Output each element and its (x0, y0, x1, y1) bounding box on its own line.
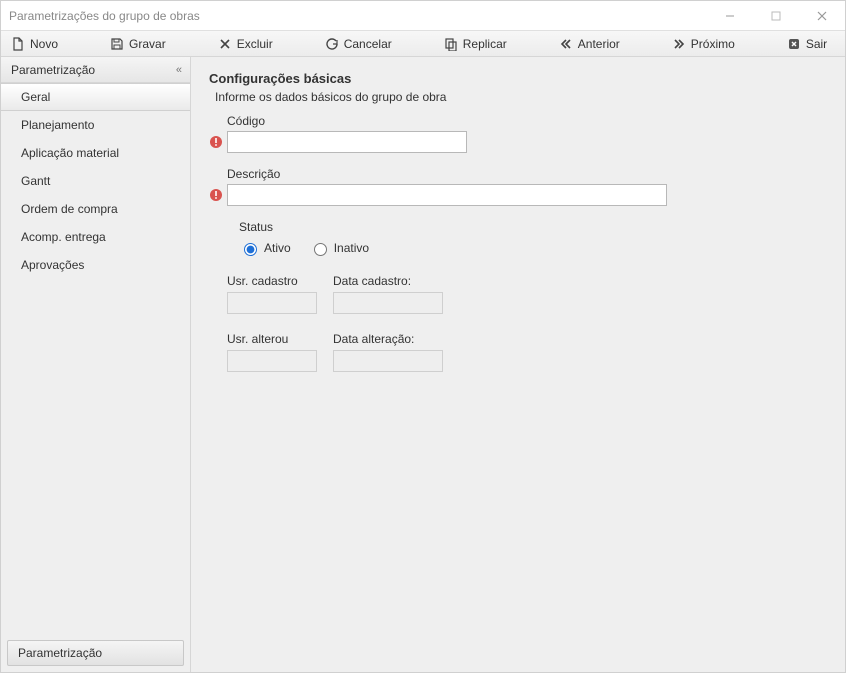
minimize-icon (725, 11, 735, 21)
content-panel: Configurações básicas Informe os dados b… (191, 57, 845, 672)
proximo-label: Próximo (691, 37, 735, 51)
sair-button[interactable]: Sair (787, 37, 827, 51)
close-button[interactable] (799, 1, 845, 31)
excluir-button[interactable]: Excluir (218, 37, 273, 51)
descricao-input[interactable] (227, 184, 667, 206)
sidebar-item-aprovacoes[interactable]: Aprovações (1, 251, 190, 279)
new-file-icon (11, 37, 25, 51)
sair-label: Sair (806, 37, 827, 51)
sidebar-footer-label: Parametrização (18, 646, 102, 660)
form-subheading: Informe os dados básicos do grupo de obr… (209, 90, 827, 104)
previous-icon (559, 37, 573, 51)
sidebar-footer-tab[interactable]: Parametrização (7, 640, 184, 666)
save-icon (110, 37, 124, 51)
collapse-icon[interactable]: « (176, 64, 180, 76)
cancelar-button[interactable]: Cancelar (325, 37, 392, 51)
sidebar-item-label: Gantt (21, 174, 50, 188)
usr-cadastro-value (227, 292, 317, 314)
usr-alterou-label: Usr. alterou (227, 332, 317, 346)
sidebar-item-label: Ordem de compra (21, 202, 118, 216)
sidebar-item-label: Aplicação material (21, 146, 119, 160)
novo-label: Novo (30, 37, 58, 51)
data-cadastro-value (333, 292, 443, 314)
sidebar-item-aplicacao-material[interactable]: Aplicação material (1, 139, 190, 167)
exit-icon (787, 37, 801, 51)
required-icon (209, 135, 223, 149)
form-heading: Configurações básicas (209, 71, 827, 86)
maximize-icon (771, 11, 781, 21)
anterior-label: Anterior (578, 37, 620, 51)
cancel-icon (325, 37, 339, 51)
status-label: Status (239, 220, 827, 234)
sidebar-header-label: Parametrização (11, 63, 95, 77)
sidebar-item-label: Aprovações (21, 258, 84, 272)
gravar-label: Gravar (129, 37, 166, 51)
required-icon (209, 188, 223, 202)
status-inativo-option[interactable]: Inativo (309, 240, 369, 256)
window-title: Parametrizações do grupo de obras (9, 9, 707, 23)
replicar-label: Replicar (463, 37, 507, 51)
descricao-label: Descrição (209, 167, 827, 181)
title-bar: Parametrizações do grupo de obras (1, 1, 845, 31)
sidebar-item-planejamento[interactable]: Planejamento (1, 111, 190, 139)
close-icon (817, 11, 827, 21)
codigo-input[interactable] (227, 131, 467, 153)
sidebar-item-gantt[interactable]: Gantt (1, 167, 190, 195)
minimize-button[interactable] (707, 1, 753, 31)
sidebar-item-ordem-compra[interactable]: Ordem de compra (1, 195, 190, 223)
excluir-label: Excluir (237, 37, 273, 51)
maximize-button[interactable] (753, 1, 799, 31)
sidebar-list: Geral Planejamento Aplicação material Ga… (1, 83, 190, 634)
gravar-button[interactable]: Gravar (110, 37, 166, 51)
sidebar-item-label: Geral (21, 90, 50, 104)
status-ativo-label: Ativo (264, 241, 291, 255)
toolbar: Novo Gravar Excluir Cancelar Replicar An… (1, 31, 845, 57)
data-alteracao-value (333, 350, 443, 372)
delete-icon (218, 37, 232, 51)
status-ativo-option[interactable]: Ativo (239, 240, 291, 256)
sidebar-item-label: Planejamento (21, 118, 94, 132)
sidebar-item-geral[interactable]: Geral (1, 83, 190, 111)
replicar-button[interactable]: Replicar (444, 37, 507, 51)
sidebar: Parametrização « Geral Planejamento Apli… (1, 57, 191, 672)
anterior-button[interactable]: Anterior (559, 37, 620, 51)
status-inativo-radio[interactable] (314, 243, 327, 256)
codigo-label: Código (209, 114, 827, 128)
next-icon (672, 37, 686, 51)
replicate-icon (444, 37, 458, 51)
usr-cadastro-label: Usr. cadastro (227, 274, 317, 288)
sidebar-header[interactable]: Parametrização « (1, 57, 190, 83)
cancelar-label: Cancelar (344, 37, 392, 51)
sidebar-item-acomp-entrega[interactable]: Acomp. entrega (1, 223, 190, 251)
status-inativo-label: Inativo (334, 241, 369, 255)
novo-button[interactable]: Novo (11, 37, 58, 51)
usr-alterou-value (227, 350, 317, 372)
proximo-button[interactable]: Próximo (672, 37, 735, 51)
data-cadastro-label: Data cadastro: (333, 274, 443, 288)
status-ativo-radio[interactable] (244, 243, 257, 256)
sidebar-item-label: Acomp. entrega (21, 230, 106, 244)
data-alteracao-label: Data alteração: (333, 332, 443, 346)
